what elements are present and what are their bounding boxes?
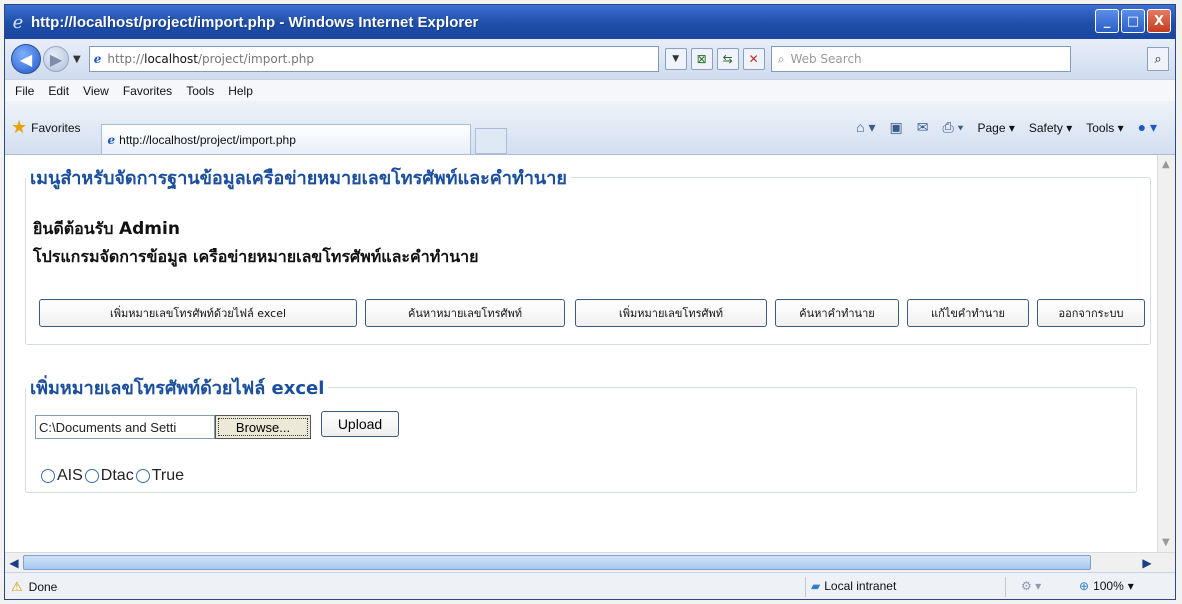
radio-label: AIS	[57, 467, 83, 484]
add-by-excel-button[interactable]: เพิ่มหมายเลขโทรศัพท์ด้วยไฟล์ excel	[39, 299, 357, 327]
radio-ais[interactable]: AIS	[41, 467, 83, 485]
zoom-dropdown-icon: ▾	[1127, 579, 1134, 593]
search-input[interactable]: ⌕ Web Search	[770, 46, 1071, 72]
tab-page-icon: e	[107, 132, 116, 147]
tab-title: http://localhost/project/import.php	[119, 132, 296, 147]
tools-menu[interactable]: Tools ▾	[1086, 121, 1123, 135]
search-placeholder: Web Search	[790, 52, 862, 66]
menu-edit[interactable]: Edit	[48, 84, 69, 98]
add-number-button[interactable]: เพิ่มหมายเลขโทรศัพท์	[575, 299, 767, 327]
url-host: localhost	[144, 52, 198, 66]
search-number-button[interactable]: ค้นหาหมายเลขโทรศัพท์	[365, 299, 565, 327]
radio-circle[interactable]	[135, 469, 150, 483]
radio-label: Dtac	[100, 467, 134, 484]
stop-icon[interactable]: ✕	[742, 48, 765, 70]
intranet-icon: ▰	[811, 579, 821, 593]
menu-favorites[interactable]: Favorites	[123, 84, 172, 98]
menu-tools[interactable]: Tools	[186, 84, 214, 98]
title-bar: e http://localhost/project/import.php - …	[5, 5, 1175, 39]
command-bar: ⌂ ▾ ▣ ✉ ⎙ ▾ Page ▾ Safety ▾ Tools ▾ ● ▾	[856, 119, 1157, 136]
forward-button[interactable]: ▶	[43, 46, 69, 72]
radio-circle[interactable]	[84, 469, 99, 483]
radio-dtac[interactable]: Dtac	[84, 467, 134, 485]
window-controls: _ □ X	[1095, 9, 1171, 33]
new-tab-button[interactable]	[474, 128, 507, 154]
search-prediction-button[interactable]: ค้นหาคำทำนาย	[775, 299, 899, 327]
scroll-left-icon[interactable]: ◀	[6, 554, 22, 571]
zone-label: Local intranet	[824, 579, 897, 593]
mail-icon[interactable]: ✉	[917, 119, 929, 136]
program-title: โปรแกรมจัดการข้อมูล เครือข่ายหมายเลขโทรศ…	[33, 247, 479, 266]
compatibility-icon[interactable]: ⊠	[690, 48, 713, 70]
address-dropdown-icon[interactable]: ▼	[664, 48, 687, 70]
menu-file[interactable]: File	[15, 84, 34, 98]
protected-mode-icon[interactable]: ⚙ ▾	[1021, 579, 1041, 593]
ie-logo-icon: e	[12, 11, 24, 33]
radio-true[interactable]: True	[135, 467, 185, 485]
back-button[interactable]: ◀	[11, 44, 41, 74]
page-icon: e	[93, 52, 102, 66]
welcome-prefix: ยินดีต้อนรับ	[33, 219, 114, 238]
status-text: Done	[28, 580, 58, 594]
help-icon[interactable]: ● ▾	[1138, 119, 1157, 136]
warning-icon: ⚠	[11, 579, 23, 594]
welcome-text: ยินดีต้อนรับ Admin	[33, 217, 180, 242]
menu-help[interactable]: Help	[228, 84, 253, 98]
history-dropdown-icon[interactable]: ▼	[73, 54, 81, 65]
address-tools: ▼ ⊠ ⇆ ✕	[664, 48, 765, 70]
page-content: เมนูสำหรับจัดการฐานข้อมูลเครือข่ายหมายเล…	[5, 155, 1157, 552]
url-prefix: http://	[107, 52, 145, 66]
status-divider	[805, 577, 806, 597]
scroll-up-icon[interactable]: ▲	[1162, 159, 1170, 170]
status-divider	[1005, 577, 1006, 597]
favorites-button[interactable]: Favorites	[31, 121, 80, 135]
horizontal-scrollbar[interactable]: ◀ ▶	[5, 552, 1175, 572]
vertical-scrollbar[interactable]: ▲ ▼	[1157, 155, 1175, 552]
address-field[interactable]: e http://localhost/project/import.php	[88, 46, 659, 72]
menu-bar: File Edit View Favorites Tools Help	[5, 79, 1175, 101]
logout-button[interactable]: ออกจากระบบ	[1037, 299, 1145, 327]
network-radio-group: AIS Dtac True	[41, 467, 186, 485]
radio-label: True	[151, 467, 185, 484]
menu-view[interactable]: View	[83, 84, 109, 98]
close-button[interactable]: X	[1147, 9, 1171, 33]
window-title: http://localhost/project/import.php - Wi…	[31, 13, 479, 31]
upload-legend: เพิ่มหมายเลขโทรศัพท์ด้วยไฟล์ excel	[30, 378, 325, 399]
page-menu[interactable]: Page ▾	[977, 121, 1014, 135]
radio-circle[interactable]	[41, 469, 55, 483]
home-icon[interactable]: ⌂ ▾	[856, 119, 875, 136]
favorites-star-icon[interactable]: ★	[11, 117, 27, 138]
feeds-icon[interactable]: ▣	[890, 119, 903, 136]
zoom-icon: ⊕	[1079, 579, 1090, 593]
edit-prediction-button[interactable]: แก้ไขคำทำนาย	[907, 299, 1029, 327]
url-path: /project/import.php	[197, 52, 314, 66]
security-zone[interactable]: ▰ Local intranet	[811, 579, 896, 593]
scroll-right-icon[interactable]: ▶	[1139, 554, 1155, 571]
upload-button[interactable]: Upload	[321, 411, 399, 437]
maximize-button[interactable]: □	[1121, 9, 1145, 33]
refresh-icon[interactable]: ⇆	[716, 48, 739, 70]
minimize-button[interactable]: _	[1095, 9, 1119, 33]
file-path-input[interactable]: C:\Documents and Setti	[35, 415, 215, 439]
safety-menu[interactable]: Safety ▾	[1029, 121, 1072, 135]
horizontal-scroll-thumb[interactable]	[23, 555, 1091, 570]
menu-legend: เมนูสำหรับจัดการฐานข้อมูลเครือข่ายหมายเล…	[30, 168, 567, 189]
scroll-down-icon[interactable]: ▼	[1162, 537, 1170, 548]
zoom-level: 100%	[1093, 579, 1124, 593]
browser-window: e http://localhost/project/import.php - …	[4, 4, 1176, 600]
search-icon: ⌕	[777, 51, 785, 66]
print-icon[interactable]: ⎙ ▾	[942, 119, 963, 136]
browse-button[interactable]: Browse...	[215, 415, 311, 439]
search-button[interactable]: ⌕	[1147, 47, 1169, 71]
welcome-user: Admin	[118, 219, 180, 239]
tab-import[interactable]: e http://localhost/project/import.php	[100, 124, 471, 154]
status-bar: ⚠ Done ▰ Local intranet ⚙ ▾ ⊕ 100% ▾	[5, 572, 1175, 599]
favorites-bar: ★ Favorites e http://localhost/project/i…	[5, 101, 1175, 155]
zoom-control[interactable]: ⊕ 100% ▾	[1079, 579, 1134, 593]
address-row: ◀ ▶ ▼ e http://localhost/project/import.…	[5, 39, 1175, 79]
